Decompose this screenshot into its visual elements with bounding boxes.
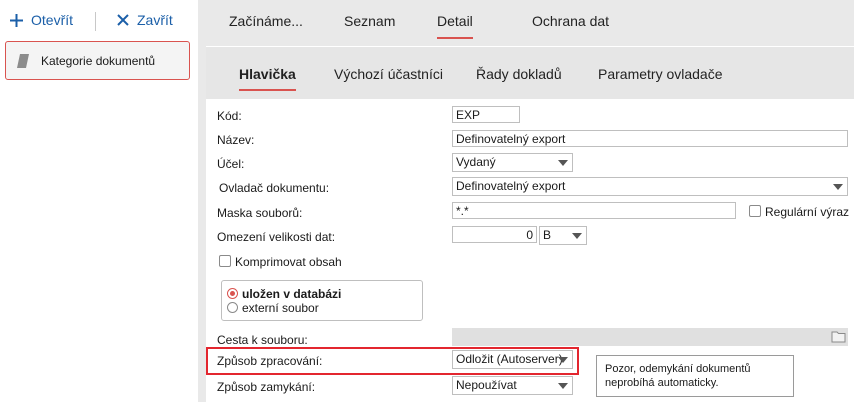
tab-detail[interactable]: Detail [437, 13, 473, 39]
processing-mode-label: Způsob zpracování: [217, 354, 323, 368]
left-item-document-categories[interactable]: Kategorie dokumentů [5, 41, 190, 80]
file-path-label: Cesta k souboru: [217, 333, 308, 347]
file-mask-field[interactable]: *.* [452, 202, 736, 219]
close-icon [117, 14, 129, 26]
compress-label: Komprimovat obsah [235, 255, 342, 269]
chevron-down-icon [558, 383, 568, 389]
name-field[interactable]: Definovatelný export [452, 130, 848, 147]
left-item-label: Kategorie dokumentů [41, 53, 156, 68]
open-button[interactable]: Otevřít [9, 6, 73, 34]
plus-icon [10, 13, 23, 27]
tab-default-participants[interactable]: Výchozí účastníci [334, 66, 443, 82]
size-limit-label: Omezení velikosti dat: [217, 230, 336, 244]
storage-file-label: externí soubor [242, 301, 319, 315]
close-button-label: Zavřít [137, 12, 173, 28]
tab-driver-parameters[interactable]: Parametry ovladače [598, 66, 723, 82]
code-field[interactable]: EXP [452, 106, 520, 123]
file-mask-label: Maska souborů: [217, 206, 303, 220]
locking-mode-label: Způsob zamykání: [217, 380, 316, 394]
unlock-warning-note: Pozor, odemykání dokumentů neprobíhá aut… [596, 355, 794, 397]
tab-header[interactable]: Hlavička [239, 66, 296, 91]
name-label: Název: [217, 133, 255, 147]
purpose-label: Účel: [217, 157, 245, 171]
document-driver-select[interactable]: Definovatelný export [452, 177, 848, 196]
size-unit-value: B [543, 228, 552, 242]
category-icon [17, 53, 29, 68]
file-path-field[interactable] [452, 328, 848, 346]
size-unit-select[interactable]: B [539, 226, 587, 245]
chevron-down-icon [833, 184, 843, 190]
open-button-label: Otevřít [31, 12, 74, 28]
regex-label: Regulární výraz [765, 205, 850, 219]
tab-list[interactable]: Seznam [344, 13, 395, 29]
toolbar-separator [95, 12, 96, 31]
purpose-select-value: Vydaný [456, 155, 496, 169]
regex-checkbox[interactable] [749, 205, 761, 217]
chevron-down-icon [572, 233, 582, 239]
compress-checkbox[interactable] [219, 255, 231, 267]
size-limit-field[interactable]: 0 [452, 226, 537, 243]
document-driver-label: Ovladač dokumentu: [219, 181, 330, 195]
locking-mode-select[interactable]: Nepoužívat [452, 376, 573, 395]
tab-document-series[interactable]: Řady dokladů [476, 66, 562, 82]
storage-db-label: uložen v databázi [242, 287, 342, 301]
code-label: Kód: [217, 109, 242, 123]
document-driver-select-value: Definovatelný export [456, 179, 566, 193]
storage-file-radio[interactable] [227, 302, 238, 313]
tab-data-protection[interactable]: Ochrana dat [532, 13, 609, 29]
chevron-down-icon [558, 160, 568, 166]
processing-mode-select[interactable]: Odložit (Autoserver) [452, 350, 573, 369]
chevron-down-icon [558, 357, 568, 363]
processing-mode-value: Odložit (Autoserver) [456, 352, 563, 366]
purpose-select[interactable]: Vydaný [452, 153, 573, 172]
tab-getting-started[interactable]: Začínáme... [229, 13, 303, 29]
locking-mode-value: Nepoužívat [456, 378, 517, 392]
close-button[interactable]: Zavřít [116, 6, 173, 34]
folder-icon[interactable] [831, 330, 846, 343]
storage-db-radio[interactable] [227, 288, 238, 299]
